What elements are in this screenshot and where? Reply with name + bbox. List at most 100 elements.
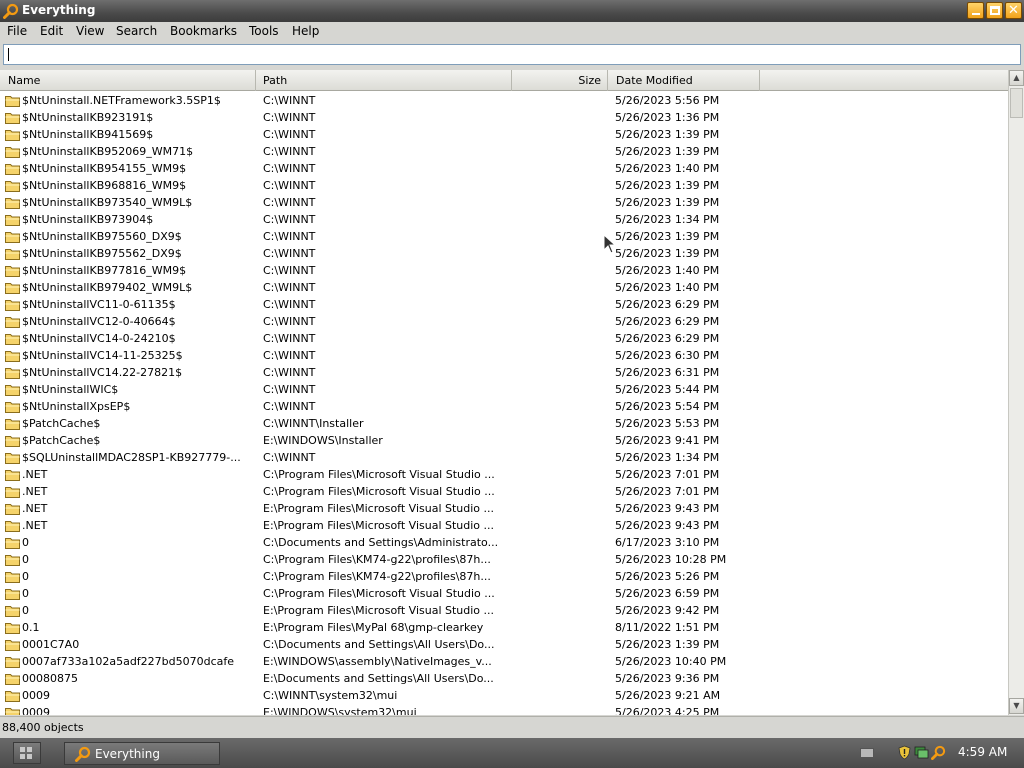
folder-icon xyxy=(5,368,20,379)
table-row[interactable]: 0 C:\Program Files\Microsoft Visual Studi… xyxy=(0,585,1008,602)
table-row[interactable]: 0009 C:\WINNT\system32\mui 5/26/2023 9:21 … xyxy=(0,687,1008,704)
row-date-modified: 5/26/2023 6:30 PM xyxy=(615,349,720,362)
table-row[interactable]: $NtUninstallKB923191$ C:\WINNT 5/26/2023 1… xyxy=(0,109,1008,126)
column-header-name[interactable]: Name xyxy=(0,70,256,91)
mouse-cursor-icon xyxy=(603,234,617,254)
menu-bookmarks[interactable]: Bookmarks xyxy=(170,24,237,38)
taskbar-button-everything[interactable]: Everything xyxy=(64,742,220,765)
menu-view[interactable]: View xyxy=(76,24,104,38)
table-row[interactable]: .NET E:\Program Files\Microsoft Visual St… xyxy=(0,517,1008,534)
row-path: C:\WINNT xyxy=(263,247,316,260)
table-row[interactable]: 0.1 E:\Program Files\MyPal 68\gmp-clearke… xyxy=(0,619,1008,636)
table-row[interactable]: $NtUninstallVC14.22-27821$ C:\WINNT 5/26/2… xyxy=(0,364,1008,381)
table-row[interactable]: $NtUninstallXpsEP$ C:\WINNT 5/26/2023 5:54… xyxy=(0,398,1008,415)
table-row[interactable]: 0 C:\Documents and Settings\Administrato.… xyxy=(0,534,1008,551)
search-magnifier-icon[interactable] xyxy=(931,745,946,760)
search-input[interactable] xyxy=(3,44,1021,65)
row-date-modified: 5/26/2023 1:39 PM xyxy=(615,638,720,651)
table-row[interactable]: $NtUninstallKB975560_DX9$ C:\WINNT 5/26/20… xyxy=(0,228,1008,245)
menu-tools[interactable]: Tools xyxy=(249,24,279,38)
folder-icon xyxy=(5,436,20,447)
vertical-scrollbar[interactable]: ▲ ▼ xyxy=(1008,70,1024,715)
row-name: .NET xyxy=(22,519,48,532)
minimize-icon xyxy=(972,13,980,15)
maximize-button[interactable] xyxy=(986,2,1003,19)
scroll-thumb[interactable] xyxy=(1010,88,1023,118)
table-row[interactable]: $NtUninstallKB975562_DX9$ C:\WINNT 5/26/20… xyxy=(0,245,1008,262)
folder-icon xyxy=(5,521,20,532)
table-row[interactable]: $NtUninstallVC14-11-25325$ C:\WINNT 5/26/2… xyxy=(0,347,1008,364)
row-name: $NtUninstallVC14.22-27821$ xyxy=(22,366,183,379)
table-row[interactable]: $NtUninstallVC14-0-24210$ C:\WINNT 5/26/20… xyxy=(0,330,1008,347)
folder-icon xyxy=(5,181,20,192)
table-row[interactable]: $NtUninstallKB977816_WM9$ C:\WINNT 5/26/20… xyxy=(0,262,1008,279)
row-path: E:\Program Files\Microsoft Visual Studio… xyxy=(263,502,495,515)
row-name: $NtUninstall.NETFramework3.5SP1$ xyxy=(22,94,221,107)
menu-search[interactable]: Search xyxy=(116,24,157,38)
table-row[interactable]: 0 E:\Program Files\Microsoft Visual Studi… xyxy=(0,602,1008,619)
folder-icon xyxy=(5,283,20,294)
column-header-date-modified[interactable]: Date Modified xyxy=(608,70,760,91)
menu-help[interactable]: Help xyxy=(292,24,319,38)
taskbar: Everything 4:59 AM xyxy=(0,738,1024,768)
folder-icon xyxy=(5,351,20,362)
keyboard-icon[interactable] xyxy=(860,748,874,758)
menu-file[interactable]: File xyxy=(7,24,27,38)
table-row[interactable]: $NtUninstallKB941569$ C:\WINNT 5/26/2023 1… xyxy=(0,126,1008,143)
table-row[interactable]: $NtUninstall.NETFramework3.5SP1$ C:\WINNT… xyxy=(0,92,1008,109)
folder-icon xyxy=(5,504,20,515)
table-row[interactable]: .NET E:\Program Files\Microsoft Visual St… xyxy=(0,500,1008,517)
row-date-modified: 5/26/2023 9:42 PM xyxy=(615,604,720,617)
clock[interactable]: 4:59 AM xyxy=(958,745,1007,759)
results-list[interactable]: Name Path Size Date Modified $NtUninstal… xyxy=(0,70,1008,715)
start-button[interactable] xyxy=(13,742,41,764)
folder-icon xyxy=(5,317,20,328)
row-date-modified: 5/26/2023 6:29 PM xyxy=(615,298,720,311)
table-row[interactable]: 0 C:\Program Files\KM74-g22\profiles\87h.… xyxy=(0,568,1008,585)
folder-icon xyxy=(5,606,20,617)
table-row[interactable]: $NtUninstallVC11-0-61135$ C:\WINNT 5/26/20… xyxy=(0,296,1008,313)
menu-edit[interactable]: Edit xyxy=(40,24,63,38)
table-row[interactable]: 0001C7A0 C:\Documents and Settings\All Us… xyxy=(0,636,1008,653)
column-header-path[interactable]: Path xyxy=(256,70,512,91)
close-button[interactable]: ✕ xyxy=(1005,2,1022,19)
folder-icon xyxy=(5,674,20,685)
table-row[interactable]: 0009 E:\WINDOWS\system32\mui 5/26/2023 4:2… xyxy=(0,704,1008,715)
row-name: $NtUninstallKB923191$ xyxy=(22,111,154,124)
row-name: 0 xyxy=(22,570,29,583)
folder-icon xyxy=(5,470,20,481)
table-row[interactable]: $NtUninstallKB973540_WM9L$ C:\WINNT 5/26/2… xyxy=(0,194,1008,211)
table-row[interactable]: 00080875 E:\Documents and Settings\All Us… xyxy=(0,670,1008,687)
scroll-up-button[interactable]: ▲ xyxy=(1009,70,1024,86)
title-bar[interactable]: Everything ✕ xyxy=(0,0,1024,22)
table-row[interactable]: 0 C:\Program Files\KM74-g22\profiles\87h.… xyxy=(0,551,1008,568)
table-row[interactable]: $NtUninstallKB954155_WM9$ C:\WINNT 5/26/20… xyxy=(0,160,1008,177)
scroll-down-button[interactable]: ▼ xyxy=(1009,698,1024,714)
table-row[interactable]: 0007af733a102a5adf227bd5070dcafe E:\WINDO… xyxy=(0,653,1008,670)
row-name: $NtUninstallVC14-11-25325$ xyxy=(22,349,183,362)
row-name: 0 xyxy=(22,553,29,566)
folder-icon xyxy=(5,555,20,566)
table-row[interactable]: $PatchCache$ E:\WINDOWS\Installer 5/26/202… xyxy=(0,432,1008,449)
minimize-button[interactable] xyxy=(967,2,984,19)
network-icon[interactable] xyxy=(914,745,929,760)
table-row[interactable]: $SQLUninstallMDAC28SP1-KB927779-... C:\WI… xyxy=(0,449,1008,466)
row-date-modified: 5/26/2023 1:40 PM xyxy=(615,281,720,294)
row-path: C:\WINNT xyxy=(263,128,316,141)
column-header-size[interactable]: Size xyxy=(512,70,608,91)
row-path: C:\WINNT\Installer xyxy=(263,417,364,430)
table-row[interactable]: $NtUninstallVC12-0-40664$ C:\WINNT 5/26/20… xyxy=(0,313,1008,330)
row-name: $NtUninstallVC11-0-61135$ xyxy=(22,298,176,311)
table-row[interactable]: $NtUninstallKB968816_WM9$ C:\WINNT 5/26/20… xyxy=(0,177,1008,194)
table-row[interactable]: $NtUninstallWIC$ C:\WINNT 5/26/2023 5:44 P… xyxy=(0,381,1008,398)
table-row[interactable]: .NET C:\Program Files\Microsoft Visual St… xyxy=(0,466,1008,483)
table-row[interactable]: $NtUninstallKB952069_WM71$ C:\WINNT 5/26/2… xyxy=(0,143,1008,160)
row-path: C:\WINNT xyxy=(263,213,316,226)
table-row[interactable]: $PatchCache$ C:\WINNT\Installer 5/26/2023 … xyxy=(0,415,1008,432)
row-name: 0.1 xyxy=(22,621,40,634)
table-row[interactable]: .NET C:\Program Files\Microsoft Visual St… xyxy=(0,483,1008,500)
folder-icon xyxy=(5,487,20,498)
table-row[interactable]: $NtUninstallKB973904$ C:\WINNT 5/26/2023 1… xyxy=(0,211,1008,228)
shield-icon[interactable] xyxy=(897,745,912,760)
table-row[interactable]: $NtUninstallKB979402_WM9L$ C:\WINNT 5/26/2… xyxy=(0,279,1008,296)
